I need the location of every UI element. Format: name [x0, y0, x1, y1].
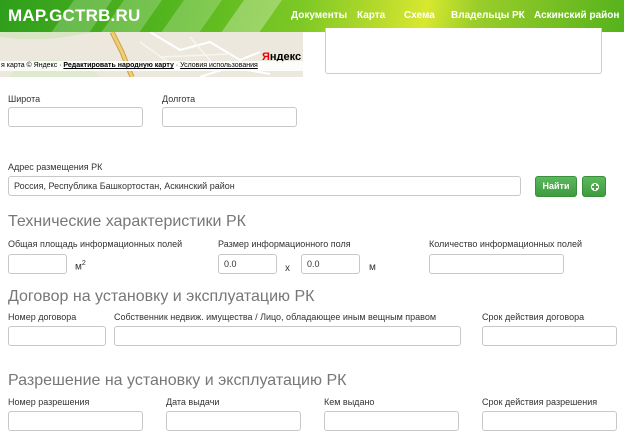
contract-number-input[interactable]: [8, 326, 106, 346]
contract-term-input[interactable]: [482, 326, 617, 346]
add-button[interactable]: [582, 176, 606, 197]
area-unit: м2: [75, 260, 86, 273]
longitude-label: Долгота: [162, 94, 196, 104]
edit-map-link[interactable]: Редактировать народную карту: [63, 62, 173, 69]
count-label: Количество информационных полей: [429, 239, 582, 249]
terms-link[interactable]: Условия использования: [180, 62, 258, 69]
map-footer: я карта © Яндекс · Редактировать народну…: [0, 61, 303, 71]
nav-scheme[interactable]: Схема: [404, 10, 435, 21]
issuer-input[interactable]: [324, 411, 459, 431]
find-button[interactable]: Найти: [535, 176, 577, 197]
permit-section-title: Разрешение на установку и эксплуатацию Р…: [8, 372, 347, 389]
size-separator: х: [285, 263, 290, 274]
longitude-input[interactable]: [162, 107, 297, 127]
permit-number-label: Номер разрешения: [8, 397, 90, 407]
issue-date-input[interactable]: [166, 411, 301, 431]
contract-section-title: Договор на установку и эксплуатацию РК: [8, 288, 315, 305]
latitude-input[interactable]: [8, 107, 143, 127]
issue-date-label: Дата выдачи: [166, 397, 220, 407]
nav-owners[interactable]: Владельцы РК: [451, 10, 525, 21]
area-input[interactable]: [8, 254, 67, 274]
header-decor: [208, 0, 290, 32]
header-decor: [148, 0, 230, 32]
permit-number-input[interactable]: [8, 411, 143, 431]
address-input[interactable]: Россия, Республика Башкортостан, Аскинск…: [8, 176, 521, 196]
preview-panel: [325, 28, 602, 74]
contract-number-label: Номер договора: [8, 312, 77, 322]
permit-term-input[interactable]: [482, 411, 617, 431]
nav-district[interactable]: Аскинский район: [534, 10, 619, 21]
plus-circle-icon: [591, 183, 599, 191]
size-unit: м: [369, 262, 376, 273]
nav-map[interactable]: Карта: [357, 10, 385, 21]
owner-label: Собственник недвиж. имущества / Лицо, об…: [114, 312, 437, 322]
contract-term-label: Срок действия договора: [482, 312, 585, 322]
site-logo[interactable]: MAP.GCTRB.RU: [8, 6, 140, 26]
size-height-input[interactable]: 0.0: [301, 254, 360, 274]
nav-documents[interactable]: Документы: [291, 10, 347, 21]
size-label: Размер информационного поля: [218, 239, 351, 249]
address-label: Адрес размещения РК: [8, 162, 103, 172]
size-width-input[interactable]: 0.0: [218, 254, 277, 274]
area-label: Общая площадь информационных полей: [8, 239, 183, 249]
count-input[interactable]: [429, 254, 564, 274]
issuer-label: Кем выдано: [324, 397, 375, 407]
latitude-label: Широта: [8, 94, 41, 104]
permit-term-label: Срок действия разрешения: [482, 397, 598, 407]
tech-section-title: Технические характеристики РК: [8, 213, 246, 230]
owner-input[interactable]: [114, 326, 461, 346]
